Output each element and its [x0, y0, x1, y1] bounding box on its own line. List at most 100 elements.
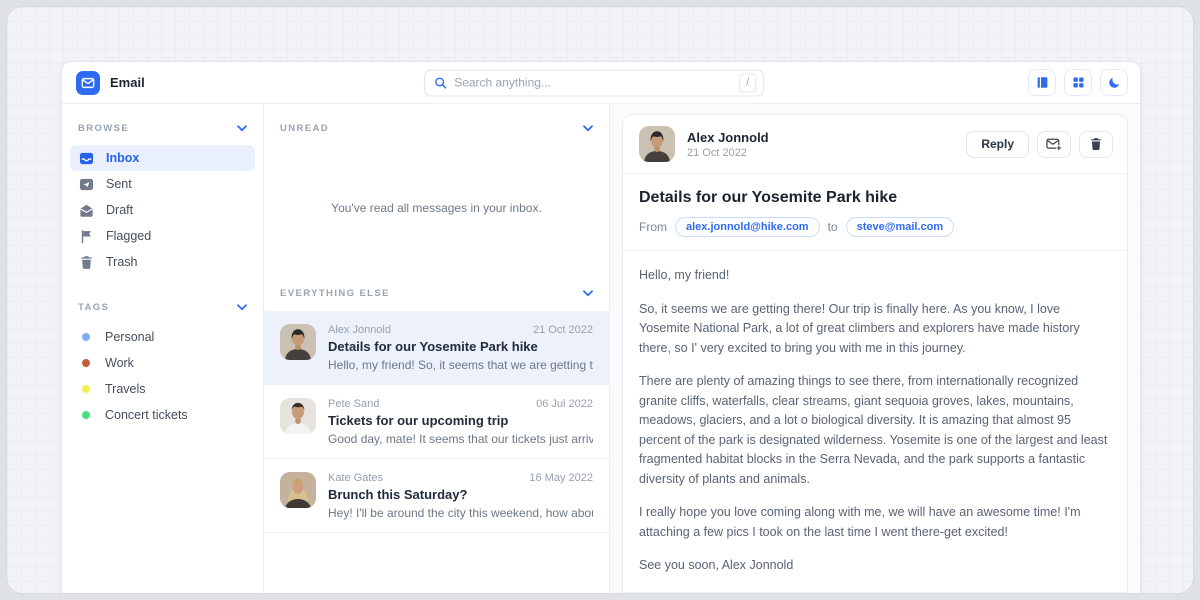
message-body: Hello, my friend! So, it seems we are ge…: [623, 251, 1127, 593]
header-actions: [1028, 69, 1128, 96]
browse-section-label: BROWSE: [78, 123, 129, 134]
message-paragraph: Hello, my friend!: [639, 266, 1111, 286]
message-addresses: From alex.jonnold@hike.com to steve@mail…: [639, 217, 1111, 237]
tag-item-concert-tickets[interactable]: Concert tickets: [70, 402, 255, 428]
email-content: Pete Sand 06 Jul 2022 Tickets for our up…: [328, 398, 593, 446]
tag-label: Work: [105, 356, 134, 370]
sidebar: BROWSE Inbox: [62, 104, 264, 593]
email-subject: Tickets for our upcoming trip: [328, 413, 593, 428]
everything-else-label: EVERYTHING ELSE: [280, 288, 390, 299]
flag-icon: [79, 229, 94, 244]
avatar: [280, 398, 316, 434]
tags-nav: Personal Work Travels Concert tickets: [70, 324, 255, 428]
trash-icon: [1089, 137, 1103, 151]
email-list-item[interactable]: Alex Jonnold 21 Oct 2022 Details for our…: [264, 311, 609, 385]
search-input[interactable]: [454, 76, 732, 90]
avatar: [280, 324, 316, 360]
email-list-column: UNREAD You've read all messages in your …: [264, 104, 610, 593]
tag-color-dot: [82, 385, 90, 393]
apps-grid-button[interactable]: [1064, 69, 1092, 96]
email-date: 06 Jul 2022: [536, 398, 593, 410]
email-content: Alex Jonnold 21 Oct 2022 Details for our…: [328, 324, 593, 372]
email-preview: Hey! I'll be around the city this weeken…: [328, 506, 593, 520]
tag-color-dot: [82, 359, 90, 367]
browse-nav: Inbox Sent: [70, 145, 255, 275]
reply-button[interactable]: Reply: [966, 131, 1029, 158]
message-header: Alex Jonnold 21 Oct 2022 Reply: [623, 115, 1127, 174]
tag-item-personal[interactable]: Personal: [70, 324, 255, 350]
message-card: Alex Jonnold 21 Oct 2022 Reply: [622, 114, 1128, 593]
message-date: 21 Oct 2022: [687, 147, 769, 159]
email-logo-icon: [76, 71, 100, 95]
inbox-icon: [79, 151, 94, 166]
app-brand: Email: [76, 71, 145, 95]
delete-email-button[interactable]: [1079, 131, 1113, 158]
search-shortcut-key: /: [739, 73, 756, 92]
message-paragraph: See you soon, Alex Jonnold: [639, 556, 1111, 576]
email-detail-pane: Alex Jonnold 21 Oct 2022 Reply: [610, 104, 1140, 593]
draft-icon: [79, 203, 94, 218]
envelope-forward-icon: [1046, 136, 1062, 152]
bookmarks-button[interactable]: [1028, 69, 1056, 96]
email-list: Alex Jonnold 21 Oct 2022 Details for our…: [264, 311, 609, 533]
unread-section-header[interactable]: UNREAD: [264, 123, 609, 134]
email-list-item[interactable]: Kate Gates 16 May 2022 Brunch this Satur…: [264, 459, 609, 533]
unread-empty-message: You've read all messages in your inbox.: [264, 134, 609, 282]
email-list-item[interactable]: Pete Sand 06 Jul 2022 Tickets for our up…: [264, 385, 609, 459]
chevron-down-icon: [237, 125, 247, 132]
message-sender-block: Alex Jonnold 21 Oct 2022: [687, 130, 769, 159]
email-subject: Details for our Yosemite Park hike: [328, 339, 593, 354]
email-app-window: Email /: [61, 61, 1141, 593]
chevron-down-icon: [583, 125, 593, 132]
sidebar-item-inbox[interactable]: Inbox: [70, 145, 255, 171]
grid-icon: [1072, 76, 1085, 89]
sidebar-item-label: Inbox: [106, 151, 139, 165]
sidebar-item-flagged[interactable]: Flagged: [70, 223, 255, 249]
trash-icon: [79, 255, 94, 270]
desktop-background: Email /: [6, 6, 1194, 594]
message-subject: Details for our Yosemite Park hike: [639, 189, 1111, 207]
message-paragraph: So, it seems we are getting there! Our t…: [639, 300, 1111, 359]
email-sender: Kate Gates: [328, 472, 383, 484]
tag-label: Concert tickets: [105, 408, 188, 422]
sidebar-item-label: Trash: [106, 255, 138, 269]
dark-mode-toggle[interactable]: [1100, 69, 1128, 96]
email-sender: Alex Jonnold: [328, 324, 391, 336]
avatar: [280, 472, 316, 508]
sent-icon: [79, 177, 94, 192]
email-date: 16 May 2022: [529, 472, 593, 484]
tags-section-label: TAGS: [78, 302, 109, 313]
from-email-chip[interactable]: alex.jonnold@hike.com: [675, 217, 820, 237]
app-header: Email /: [62, 62, 1140, 104]
chevron-down-icon: [583, 290, 593, 297]
tag-label: Travels: [105, 382, 146, 396]
sidebar-item-draft[interactable]: Draft: [70, 197, 255, 223]
everything-else-section-header[interactable]: EVERYTHING ELSE: [264, 288, 609, 299]
tag-item-travels[interactable]: Travels: [70, 376, 255, 402]
to-label: to: [828, 220, 838, 234]
tags-section-header[interactable]: TAGS: [62, 302, 263, 313]
tag-item-work[interactable]: Work: [70, 350, 255, 376]
tag-color-dot: [82, 333, 90, 341]
sidebar-item-trash[interactable]: Trash: [70, 249, 255, 275]
moon-icon: [1108, 76, 1121, 89]
message-paragraph: I really hope you love coming along with…: [639, 503, 1111, 542]
email-sender: Pete Sand: [328, 398, 379, 410]
book-icon: [1036, 76, 1049, 89]
search-bar[interactable]: /: [424, 69, 764, 96]
email-content: Kate Gates 16 May 2022 Brunch this Satur…: [328, 472, 593, 520]
email-preview: Good day, mate! It seems that our ticket…: [328, 432, 593, 446]
tag-label: Personal: [105, 330, 154, 344]
app-main: BROWSE Inbox: [62, 104, 1140, 593]
to-email-chip[interactable]: steve@mail.com: [846, 217, 955, 237]
app-title: Email: [110, 75, 145, 90]
attachments-section: Attachments: [623, 593, 1127, 594]
browse-section-header[interactable]: BROWSE: [62, 123, 263, 134]
message-paragraph: There are plenty of amazing things to se…: [639, 372, 1111, 489]
forward-email-button[interactable]: [1037, 131, 1071, 158]
sidebar-item-sent[interactable]: Sent: [70, 171, 255, 197]
email-preview: Hello, my friend! So, it seems that we a…: [328, 358, 593, 372]
unread-section-label: UNREAD: [280, 123, 329, 134]
sidebar-item-label: Flagged: [106, 229, 151, 243]
email-date: 21 Oct 2022: [533, 324, 593, 336]
